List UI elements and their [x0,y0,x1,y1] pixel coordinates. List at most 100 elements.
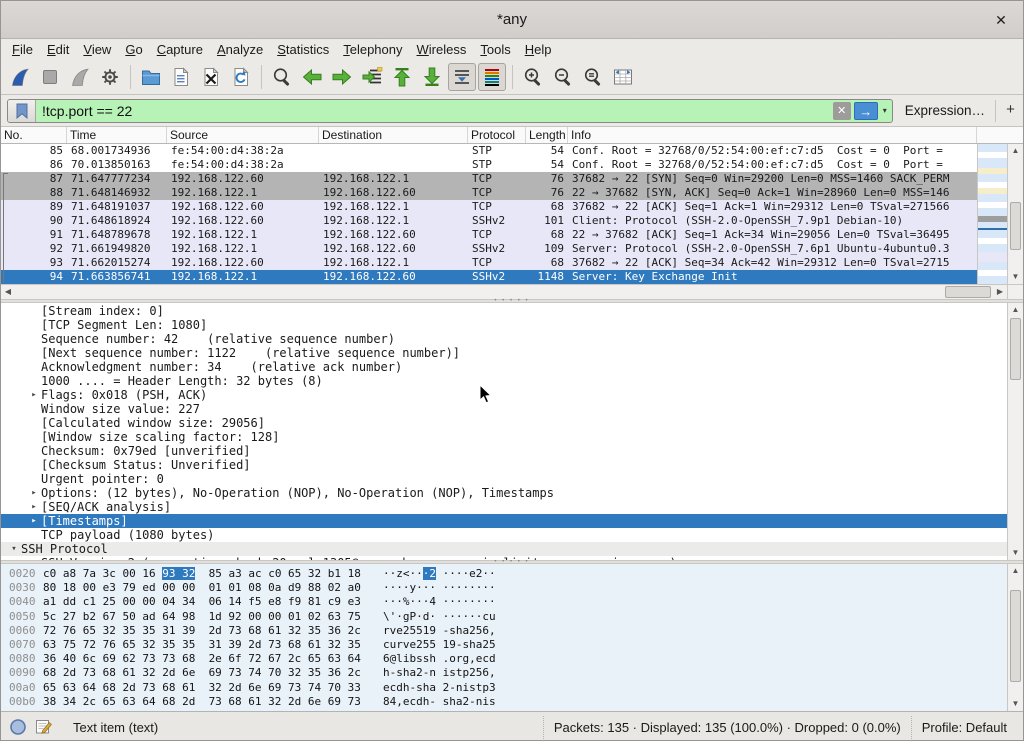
packet-row-90[interactable]: 9071.648618924192.168.122.60192.168.122.… [1,214,977,228]
detail-line[interactable]: [Window size scaling factor: 128] [1,430,1007,444]
column-header-dst[interactable]: Destination [319,127,468,143]
hex-row[interactable]: 003080 18 00 e3 79 ed 00 00 01 01 08 0a … [1,581,1023,595]
add-filter-button[interactable]: + [995,100,1017,122]
hex-ascii[interactable]: curve255 19-sha25 [383,638,496,652]
packet-row-88[interactable]: 8871.648146932192.168.122.1192.168.122.6… [1,186,977,200]
go-to-packet-button[interactable] [358,63,386,91]
filter-bookmark-button[interactable] [8,100,36,122]
packet-list-horizontal-scrollbar[interactable]: ◀ ▶ [1,284,1023,299]
detail-line[interactable]: ▸Flags: 0x018 (PSH, ACK) [1,388,1007,402]
capture-comment-button[interactable] [33,718,55,736]
go-last-button[interactable] [418,63,446,91]
detail-line[interactable]: TCP payload (1080 bytes) [1,528,1007,542]
close-file-button[interactable] [197,63,225,91]
packet-row-87[interactable]: 8771.647777234192.168.122.60192.168.122.… [1,172,977,186]
hex-ascii[interactable]: ecdh-sha 2-nistp3 [383,681,496,695]
column-header-len[interactable]: Length [526,127,568,143]
hex-ascii[interactable]: 84,ecdh- sha2-nis [383,695,496,709]
hex-bytes[interactable]: 80 18 00 e3 79 ed 00 00 01 01 08 0a d9 8… [43,581,383,595]
detail-line[interactable]: ▸[Timestamps] [1,514,1007,528]
filter-apply-button[interactable]: → [854,102,878,120]
detail-line[interactable]: 1000 .... = Header Length: 32 bytes (8) [1,374,1007,388]
column-header-time[interactable]: Time [67,127,167,143]
scrollbar-thumb[interactable] [1010,590,1021,682]
hex-row[interactable]: 00b038 34 2c 65 63 64 68 2d 73 68 61 32 … [1,695,1023,709]
hex-row[interactable]: 0020c0 a8 7a 3c 00 16 93 32 85 a3 ac c0 … [1,567,1023,581]
go-forward-button[interactable] [328,63,356,91]
hex-bytes[interactable]: 5c 27 b2 67 50 ad 64 98 1d 92 00 00 01 0… [43,610,383,624]
menu-item-file[interactable]: File [5,41,40,58]
restart-capture-button[interactable] [66,63,94,91]
packet-row-91[interactable]: 9171.648789678192.168.122.1192.168.122.6… [1,228,977,242]
menu-item-capture[interactable]: Capture [150,41,210,58]
column-header-proto[interactable]: Protocol [468,127,526,143]
detail-line[interactable]: Sequence number: 42 (relative sequence n… [1,332,1007,346]
menu-item-analyze[interactable]: Analyze [210,41,270,58]
detail-line[interactable]: Urgent pointer: 0 [1,472,1007,486]
hex-bytes[interactable]: 36 40 6c 69 62 73 73 68 2e 6f 72 67 2c 6… [43,652,383,666]
hex-row[interactable]: 009068 2d 73 68 61 32 2d 6e 69 73 74 70 … [1,666,1023,680]
detail-line[interactable]: [TCP Segment Len: 1080] [1,318,1007,332]
packet-list-vertical-scrollbar[interactable]: ▲ ▼ [1007,144,1023,284]
display-filter-input[interactable]: !tcp.port == 22 [36,103,833,119]
capture-options-button[interactable] [96,63,124,91]
go-first-button[interactable] [388,63,416,91]
menu-item-telephony[interactable]: Telephony [336,41,409,58]
zoom-out-button[interactable] [549,63,577,91]
scroll-right-arrow-icon[interactable]: ▶ [993,285,1007,299]
hex-row[interactable]: 0040a1 dd c1 25 00 00 04 34 06 14 f5 e8 … [1,595,1023,609]
detail-line[interactable]: ▸Options: (12 bytes), No-Operation (NOP)… [1,486,1007,500]
filter-clear-button[interactable]: ✕ [833,102,851,120]
hex-row[interactable]: 006072 76 65 32 35 35 31 39 2d 73 68 61 … [1,624,1023,638]
detail-line[interactable]: [Next sequence number: 1122 (relative se… [1,346,1007,360]
expand-arrow-icon[interactable]: ▸ [27,556,41,560]
menu-item-go[interactable]: Go [118,41,149,58]
column-header-src[interactable]: Source [167,127,319,143]
hex-ascii[interactable]: ···%···4 ········ [383,595,496,609]
reload-file-button[interactable] [227,63,255,91]
collapse-arrow-icon[interactable]: ▾ [7,542,21,556]
scrollbar-thumb[interactable] [1010,318,1021,380]
save-file-button[interactable] [167,63,195,91]
menu-item-edit[interactable]: Edit [40,41,76,58]
hex-ascii[interactable]: ····y··· ········ [383,581,496,595]
hex-bytes[interactable]: 68 2d 73 68 61 32 2d 6e 69 73 74 70 32 3… [43,666,383,680]
stop-capture-button[interactable] [36,63,64,91]
auto-scroll-button[interactable] [448,63,476,91]
expand-arrow-icon[interactable]: ▸ [27,486,41,500]
close-window-button[interactable]: ✕ [991,10,1011,30]
bytes-vertical-scrollbar[interactable]: ▲ ▼ [1007,564,1023,711]
hex-bytes[interactable]: c0 a8 7a 3c 00 16 93 32 85 a3 ac c0 65 3… [43,567,383,581]
packet-row-92[interactable]: 9271.661949820192.168.122.1192.168.122.6… [1,242,977,256]
colorize-button[interactable] [478,63,506,91]
hex-row[interactable]: 00a065 63 64 68 2d 73 68 61 32 2d 6e 69 … [1,681,1023,695]
open-file-button[interactable] [137,63,165,91]
expand-arrow-icon[interactable]: ▸ [27,500,41,514]
menu-item-view[interactable]: View [76,41,118,58]
hex-ascii[interactable]: h-sha2-n istp256, [383,666,496,680]
packet-row-89[interactable]: 8971.648191037192.168.122.60192.168.122.… [1,200,977,214]
status-profile[interactable]: Profile: Default [911,716,1017,739]
scroll-up-arrow-icon[interactable]: ▲ [1008,303,1023,317]
hex-ascii[interactable]: 6@libssh .org,ecd [383,652,496,666]
hex-ascii[interactable]: ··z<···2 ····e2·· [383,567,496,581]
packet-row-94[interactable]: 9471.663856741192.168.122.1192.168.122.6… [1,270,977,284]
expand-arrow-icon[interactable]: ▸ [27,388,41,402]
hex-bytes[interactable]: 63 75 72 76 65 32 35 35 31 39 2d 73 68 6… [43,638,383,652]
hex-row[interactable]: 008036 40 6c 69 62 73 73 68 2e 6f 72 67 … [1,652,1023,666]
column-header-no[interactable]: No. [1,127,67,143]
expand-arrow-icon[interactable]: ▸ [27,514,41,528]
hex-row[interactable]: 007063 75 72 76 65 32 35 35 31 39 2d 73 … [1,638,1023,652]
menu-item-statistics[interactable]: Statistics [270,41,336,58]
go-back-button[interactable] [298,63,326,91]
find-packet-button[interactable] [268,63,296,91]
hex-bytes[interactable]: 38 34 2c 65 63 64 68 2d 73 68 61 32 2d 6… [43,695,383,709]
detail-line[interactable]: ▸SSH Version 2 (encryption:chacha20-poly… [1,556,1007,560]
filter-dropdown-caret[interactable]: ▾ [878,106,892,115]
detail-line[interactable]: [Checksum Status: Unverified] [1,458,1007,472]
expression-button[interactable]: Expression… [905,103,985,118]
detail-line[interactable]: ▸[SEQ/ACK analysis] [1,500,1007,514]
display-filter-field[interactable]: !tcp.port == 22 ✕ → ▾ [7,99,893,123]
detail-line[interactable]: Checksum: 0x79ed [unverified] [1,444,1007,458]
scroll-down-arrow-icon[interactable]: ▼ [1008,546,1023,560]
